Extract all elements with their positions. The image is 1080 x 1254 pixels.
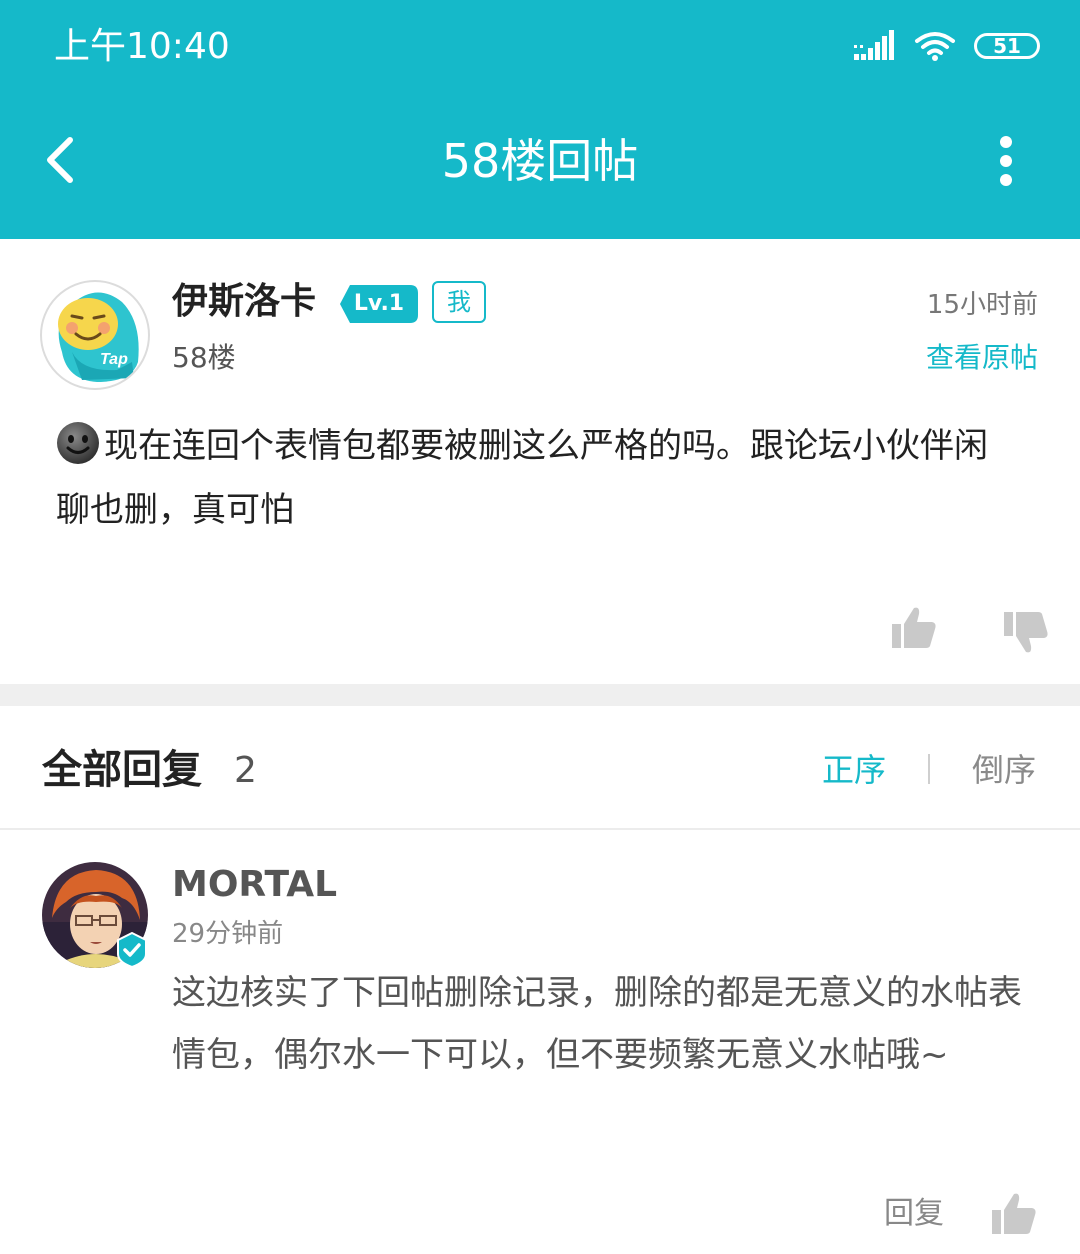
signal-icon — [854, 30, 894, 60]
status-time: 上午10:40 — [54, 26, 230, 67]
post-content: 现在连回个表情包都要被删这么严格的吗。跟论坛小伙伴闲聊也删，真可怕 — [56, 414, 1016, 542]
comment-time: 29分钟前 — [172, 919, 284, 949]
replies-count: 2 — [234, 750, 257, 791]
dislike-button[interactable] — [1002, 608, 1050, 656]
author-name[interactable]: 伊斯洛卡 — [172, 276, 316, 328]
level-badge: Lv.1 — [340, 285, 418, 323]
level-text: Lv.1 — [353, 291, 405, 316]
avatar-text: Tap — [100, 351, 128, 368]
thumbs-down-icon — [1004, 612, 1048, 653]
thumbs-up-icon — [992, 1193, 1036, 1234]
tap-mascot-icon: Tap — [58, 292, 139, 382]
sort-descending-button[interactable]: 倒序 — [972, 746, 1036, 794]
replies-title: 全部回复 — [42, 747, 202, 793]
author-avatar[interactable]: Tap — [40, 280, 150, 390]
post-text: 现在连回个表情包都要被删这么严格的吗。跟论坛小伙伴闲聊也删，真可怕 — [56, 426, 988, 530]
post-time: 15小时前 — [926, 290, 1038, 320]
comment-like-button[interactable] — [990, 1190, 1038, 1238]
comment-text: 这边核实了下回帖删除记录，删除的都是无意义的水帖表情包，偶尔水一下可以，但不要频… — [172, 973, 1022, 1075]
smiley-icon — [57, 422, 99, 464]
battery-icon: 51 — [974, 33, 1040, 59]
status-icons: 51 — [854, 26, 1040, 66]
floor-number: 58楼 — [172, 341, 236, 374]
commenter-name[interactable]: MORTAL — [172, 860, 337, 910]
wifi-icon — [915, 32, 955, 61]
section-divider — [0, 684, 1080, 706]
sort-separator — [928, 754, 930, 784]
view-original-post-link[interactable]: 查看原帖 — [926, 336, 1038, 380]
battery-level: 51 — [993, 34, 1021, 58]
more-options-button[interactable] — [980, 132, 1032, 192]
me-badge: 我 — [432, 281, 486, 323]
sort-ascending-button[interactable]: 正序 — [822, 746, 886, 794]
page-title: 58楼回帖 — [441, 134, 639, 188]
like-button[interactable] — [890, 604, 938, 652]
more-vertical-icon — [1000, 136, 1012, 186]
reply-button[interactable]: 回复 — [884, 1192, 944, 1236]
top-app-bar: 上午10:40 51 58楼回帖 — [0, 0, 1080, 239]
thumbs-up-icon — [892, 607, 936, 648]
verified-icon — [114, 931, 150, 969]
